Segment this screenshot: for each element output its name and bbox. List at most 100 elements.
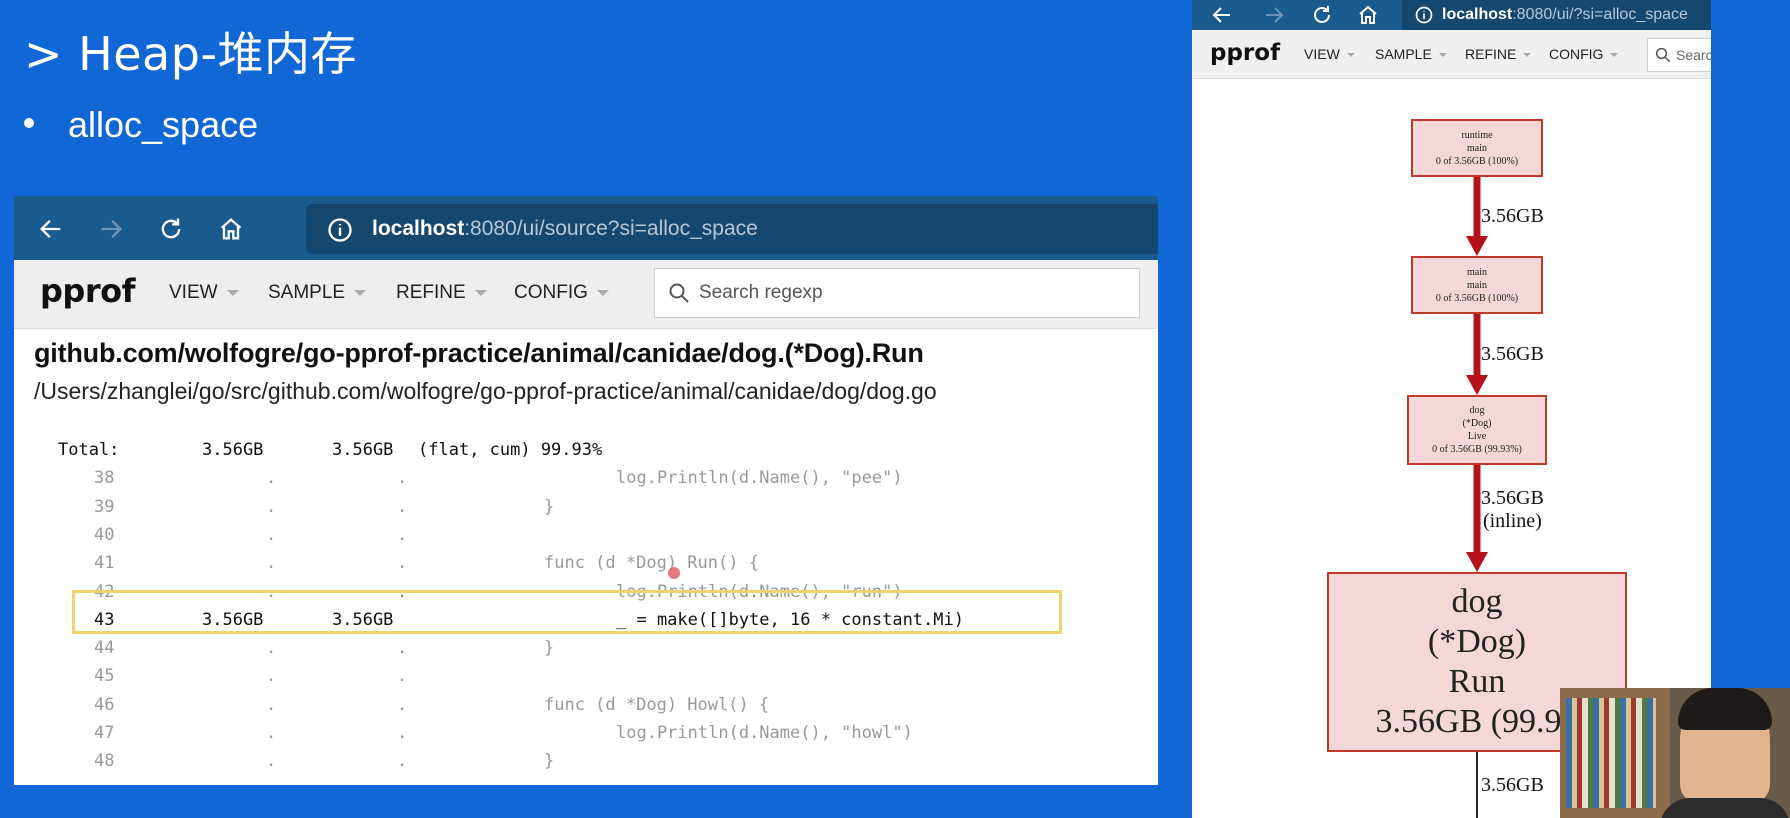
source-line: 40..	[14, 521, 1158, 549]
menu-config-label: CONFIG	[1549, 46, 1604, 62]
menu-refine[interactable]: REFINE	[1465, 46, 1532, 62]
line-cum: .	[397, 553, 408, 574]
chevron-down-icon	[474, 289, 487, 296]
graph-node-text: dog	[1469, 405, 1485, 416]
search-input-right[interactable]: Searc	[1647, 38, 1711, 72]
search-input[interactable]: Search regexp	[654, 268, 1140, 318]
graph-node-text: main	[1467, 279, 1487, 291]
line-flat: .	[266, 751, 277, 772]
line-flat: .	[266, 638, 277, 659]
line-flat: .	[266, 666, 277, 687]
menu-view[interactable]: VIEW	[169, 282, 239, 304]
menu-view[interactable]: VIEW	[1304, 46, 1355, 62]
address-bar-right[interactable]: localhost:8080/ui/?si=alloc_space	[1402, 0, 1711, 30]
line-number: 38	[94, 468, 115, 489]
source-line: 46.. func (d *Dog) Howl() {	[14, 691, 1158, 719]
file-path: /Users/zhanglei/go/src/github.com/wolfog…	[34, 378, 937, 404]
graph-edge-label: 3.56GB	[1481, 205, 1544, 228]
address-url[interactable]: localhost:8080/ui/source?si=alloc_space	[372, 217, 758, 241]
browser-toolbar: localhost:8080/ui/source?si=alloc_space	[14, 196, 1158, 260]
bullet-dot	[24, 118, 34, 129]
search-placeholder: Searc	[1676, 47, 1711, 63]
chevron-down-icon	[226, 289, 239, 296]
line-number: 44	[94, 638, 115, 659]
total-row: Total: 3.56GB 3.56GB (flat, cum) 99.93%	[14, 436, 1158, 464]
total-label: Total:	[58, 440, 120, 460]
menu-sample[interactable]: SAMPLE	[268, 282, 367, 304]
menu-config[interactable]: CONFIG	[1549, 46, 1619, 62]
line-number: 40	[94, 524, 115, 545]
line-number: 41	[94, 553, 115, 574]
line-flat: .	[266, 553, 277, 574]
source-line: 41.. func (d *Dog) Run() {	[14, 549, 1158, 577]
chevron-down-icon	[1346, 53, 1355, 58]
home-icon[interactable]	[1356, 3, 1380, 27]
source-line: 47.. log.Println(d.Name(), "howl")	[14, 719, 1158, 747]
graph-edge-arrowhead	[1466, 375, 1488, 395]
line-code: log.Println(d.Name(), "pee")	[616, 468, 903, 489]
source-line: 48..}	[14, 747, 1158, 775]
back-icon[interactable]	[34, 212, 68, 246]
presenter-shirt	[1660, 798, 1790, 818]
url-host: localhost	[372, 217, 465, 240]
info-icon[interactable]	[1414, 5, 1434, 25]
graph-node[interactable]: runtime main 0 of 3.56GB (100%)	[1411, 119, 1543, 177]
total-summary: (flat, cum) 99.93%	[418, 440, 603, 460]
graph-node-text: 0 of 3.56GB (100%)	[1435, 292, 1519, 304]
edge-weight: 3.56GB	[1481, 204, 1544, 227]
line-cum: .	[397, 524, 408, 545]
pprof-toolbar-right: pprof VIEW SAMPLE REFINE CONFIG Searc	[1192, 30, 1711, 79]
menu-config-label: CONFIG	[514, 282, 588, 303]
total-cum: 3.56GB	[332, 440, 394, 460]
source-view-window: localhost:8080/ui/source?si=alloc_space …	[14, 196, 1158, 785]
line-code: }	[544, 496, 555, 517]
line-cum: .	[397, 751, 408, 772]
forward-icon[interactable]	[94, 212, 128, 246]
graph-node[interactable]: dog (*Dog) Live 0 of 3.56GB (99.93%)	[1407, 395, 1547, 465]
line-flat: .	[266, 468, 277, 489]
reload-icon[interactable]	[1310, 3, 1334, 27]
info-icon[interactable]	[326, 216, 354, 244]
menu-refine-label: REFINE	[1465, 46, 1517, 62]
address-bar[interactable]: localhost:8080/ui/source?si=alloc_space	[306, 204, 1158, 254]
highlighted-line-box	[72, 590, 1062, 634]
line-number: 45	[94, 666, 115, 687]
source-line: 44..}	[14, 634, 1158, 662]
line-cum: .	[397, 694, 408, 715]
forward-icon[interactable]	[1262, 3, 1286, 27]
slide-bullet: alloc_space	[24, 104, 258, 146]
browser-toolbar-right: localhost:8080/ui/?si=alloc_space	[1192, 0, 1711, 30]
line-code: func (d *Dog) Howl() {	[544, 694, 770, 715]
line-cum: .	[397, 723, 408, 743]
line-code: }	[544, 751, 555, 772]
graph-edge-arrowhead	[1466, 236, 1488, 256]
pprof-toolbar: pprof VIEW SAMPLE REFINE CONFIG Search r…	[14, 260, 1158, 329]
menu-refine[interactable]: REFINE	[396, 282, 487, 304]
line-cum: .	[397, 496, 408, 517]
slide-title: > Heap-堆内存	[24, 27, 358, 81]
menu-refine-label: REFINE	[396, 282, 466, 303]
line-flat: .	[266, 524, 277, 545]
source-line: 38.. log.Println(d.Name(), "pee")	[14, 464, 1158, 492]
pprof-logo[interactable]: pprof	[1210, 40, 1280, 66]
chevron-down-icon	[596, 289, 609, 296]
menu-view-label: VIEW	[169, 282, 218, 303]
pprof-logo[interactable]: pprof	[40, 272, 136, 310]
menu-config[interactable]: CONFIG	[514, 282, 609, 304]
source-line: 45..	[14, 662, 1158, 690]
home-icon[interactable]	[214, 212, 248, 246]
search-icon	[1655, 47, 1671, 63]
graph-node-text: 0 of 3.56GB (99.93%)	[1432, 444, 1522, 455]
line-cum: .	[397, 468, 408, 489]
line-flat: .	[266, 496, 277, 517]
back-icon[interactable]	[1210, 3, 1234, 27]
line-code: func (d *Dog) Run() {	[544, 553, 759, 574]
graph-node[interactable]: main main 0 of 3.56GB (100%)	[1411, 256, 1543, 314]
edge-weight: 3.56GB	[1481, 486, 1544, 509]
line-cum: .	[397, 666, 408, 687]
menu-sample[interactable]: SAMPLE	[1375, 46, 1447, 62]
address-url-right[interactable]: localhost:8080/ui/?si=alloc_space	[1442, 6, 1688, 24]
graph-node-text: dog	[1451, 583, 1503, 620]
reload-icon[interactable]	[154, 212, 188, 246]
line-code: log.Println(d.Name(), "howl")	[616, 723, 913, 743]
